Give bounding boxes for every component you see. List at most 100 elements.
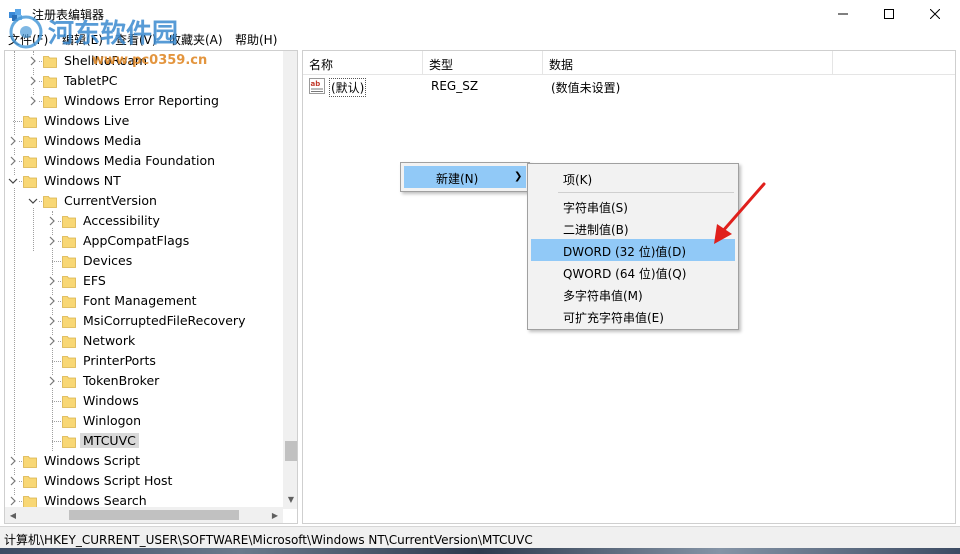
folder-icon (62, 434, 76, 448)
close-icon (930, 9, 940, 19)
chevron-right-icon[interactable] (28, 75, 38, 87)
menu-view[interactable]: 查看(V) (115, 31, 157, 48)
chevron-right-icon[interactable] (47, 315, 57, 327)
value-type: REG_SZ (431, 79, 479, 93)
tree-item-label: ShellNoRoam (64, 53, 148, 68)
folder-icon (23, 494, 37, 508)
menu-item-multi-string-value[interactable]: 多字符串值(M) (531, 283, 735, 305)
menu-item-string-value[interactable]: 字符串值(S) (531, 195, 735, 217)
tree-item-label: Accessibility (83, 213, 160, 228)
column-header-data[interactable]: 数据 (543, 51, 833, 75)
minimize-button[interactable] (820, 0, 866, 28)
column-header-name[interactable]: 名称 (303, 51, 423, 75)
menu-bar: 文件(F) 编辑(E) 查看(V) 收藏夹(A) 帮助(H) (0, 28, 960, 48)
folder-icon (43, 194, 57, 208)
chevron-right-icon[interactable] (8, 135, 18, 147)
chevron-right-icon[interactable] (47, 375, 57, 387)
tree-item[interactable]: Windows Script Host (5, 471, 281, 491)
menu-edit[interactable]: 编辑(E) (62, 31, 103, 48)
menu-favorites[interactable]: 收藏夹(A) (169, 31, 223, 48)
tree-item-label: Network (83, 333, 136, 348)
menu-item-qword-value[interactable]: QWORD (64 位)值(Q) (531, 261, 735, 283)
registry-tree[interactable]: ShellNoRoam TabletPC Windows Error Reporti… (4, 50, 298, 524)
scroll-down-icon[interactable]: ▼ (283, 491, 297, 507)
menu-item-binary-value[interactable]: 二进制值(B) (531, 217, 735, 239)
folder-icon (62, 414, 76, 428)
folder-icon (62, 354, 76, 368)
menu-item-key[interactable]: 项(K) (531, 167, 735, 189)
chevron-down-icon[interactable] (8, 175, 18, 187)
menu-item-new[interactable]: 新建(N) ❯ (404, 166, 526, 188)
menu-item-expandable-string-value[interactable]: 可扩充字符串值(E) (531, 305, 735, 327)
registry-path: 计算机\HKEY_CURRENT_USER\SOFTWARE\Microsoft… (4, 533, 533, 547)
tree-item-label: Windows Media (44, 133, 142, 148)
tree-item-label: Winlogon (83, 413, 142, 428)
tree-item[interactable]: ShellNoRoam (5, 51, 281, 71)
tree-item[interactable]: TabletPC (5, 71, 281, 91)
new-submenu: 项(K) 字符串值(S) 二进制值(B) DWORD (32 位)值(D) QW… (527, 163, 739, 330)
tree-item[interactable]: Windows Error Reporting (5, 91, 281, 111)
chevron-right-icon[interactable] (28, 95, 38, 107)
tree-item[interactable]: MsiCorruptedFileRecovery (5, 311, 281, 331)
close-button[interactable] (912, 0, 958, 28)
tree-item-label: Windows Search (44, 493, 147, 508)
tree-item[interactable]: PrinterPorts (5, 351, 281, 371)
tree-item[interactable]: AppCompatFlags (5, 231, 281, 251)
folder-icon (62, 214, 76, 228)
scroll-right-icon[interactable]: ▶ (267, 507, 283, 523)
menu-item-dword-value[interactable]: DWORD (32 位)值(D) (531, 239, 735, 261)
menu-help[interactable]: 帮助(H) (235, 31, 277, 48)
chevron-right-icon[interactable] (8, 495, 18, 507)
folder-icon (23, 454, 37, 468)
scroll-left-icon[interactable]: ◀ (5, 507, 21, 523)
chevron-right-icon[interactable] (47, 295, 57, 307)
maximize-button[interactable] (866, 0, 912, 28)
column-header-type[interactable]: 类型 (423, 51, 543, 75)
menu-separator (558, 192, 734, 193)
tree-item[interactable]: CurrentVersion (5, 191, 281, 211)
tree-horizontal-scroll-thumb[interactable] (69, 510, 239, 520)
chevron-right-icon[interactable] (47, 335, 57, 347)
status-bar: 计算机\HKEY_CURRENT_USER\SOFTWARE\Microsoft… (0, 526, 960, 548)
tree-item[interactable]: Windows (5, 391, 281, 411)
tree-item[interactable]: Windows Media Foundation (5, 151, 281, 171)
tree-item-label: TabletPC (64, 73, 118, 88)
tree-item[interactable]: Devices (5, 251, 281, 271)
chevron-right-icon[interactable] (47, 235, 57, 247)
tree-item[interactable]: TokenBroker (5, 371, 281, 391)
tree-item[interactable]: Font Management (5, 291, 281, 311)
chevron-right-icon[interactable] (28, 55, 38, 67)
tree-vertical-scroll-thumb[interactable] (285, 441, 297, 461)
chevron-right-icon[interactable] (8, 475, 18, 487)
folder-icon (62, 274, 76, 288)
tree-item[interactable]: Accessibility (5, 211, 281, 231)
tree-item[interactable]: Windows NT (5, 171, 281, 191)
submenu-arrow-icon: ❯ (514, 171, 523, 182)
menu-file[interactable]: 文件(F) (8, 31, 48, 48)
list-item[interactable]: ab (默认) REG_SZ (数值未设置) (303, 75, 955, 97)
chevron-right-icon[interactable] (8, 455, 18, 467)
tree-item-label: MsiCorruptedFileRecovery (83, 313, 246, 328)
tree-item[interactable]: Winlogon (5, 411, 281, 431)
tree-vertical-scrollbar[interactable]: ▼ (283, 51, 297, 509)
tree-item[interactable]: MTCUVC (5, 431, 281, 451)
chevron-right-icon[interactable] (8, 155, 18, 167)
chevron-right-icon[interactable] (47, 275, 57, 287)
chevron-down-icon[interactable] (28, 195, 38, 207)
folder-icon (62, 334, 76, 348)
tree-connector (52, 261, 61, 262)
minimize-icon (838, 13, 848, 15)
tree-item-label: Windows NT (44, 173, 121, 188)
tree-item[interactable]: EFS (5, 271, 281, 291)
tree-item[interactable]: Windows Live (5, 111, 281, 131)
tree-item[interactable]: Windows Media (5, 131, 281, 151)
tree-horizontal-scrollbar[interactable]: ◀ ▶ (5, 507, 283, 523)
tree-connector (52, 401, 61, 402)
folder-icon (23, 154, 37, 168)
tree-item-label: Windows (83, 393, 139, 408)
tree-item[interactable]: Network (5, 331, 281, 351)
title-bar: 注册表编辑器 (0, 0, 960, 28)
chevron-right-icon[interactable] (47, 215, 57, 227)
folder-icon (23, 114, 37, 128)
tree-item[interactable]: Windows Script (5, 451, 281, 471)
